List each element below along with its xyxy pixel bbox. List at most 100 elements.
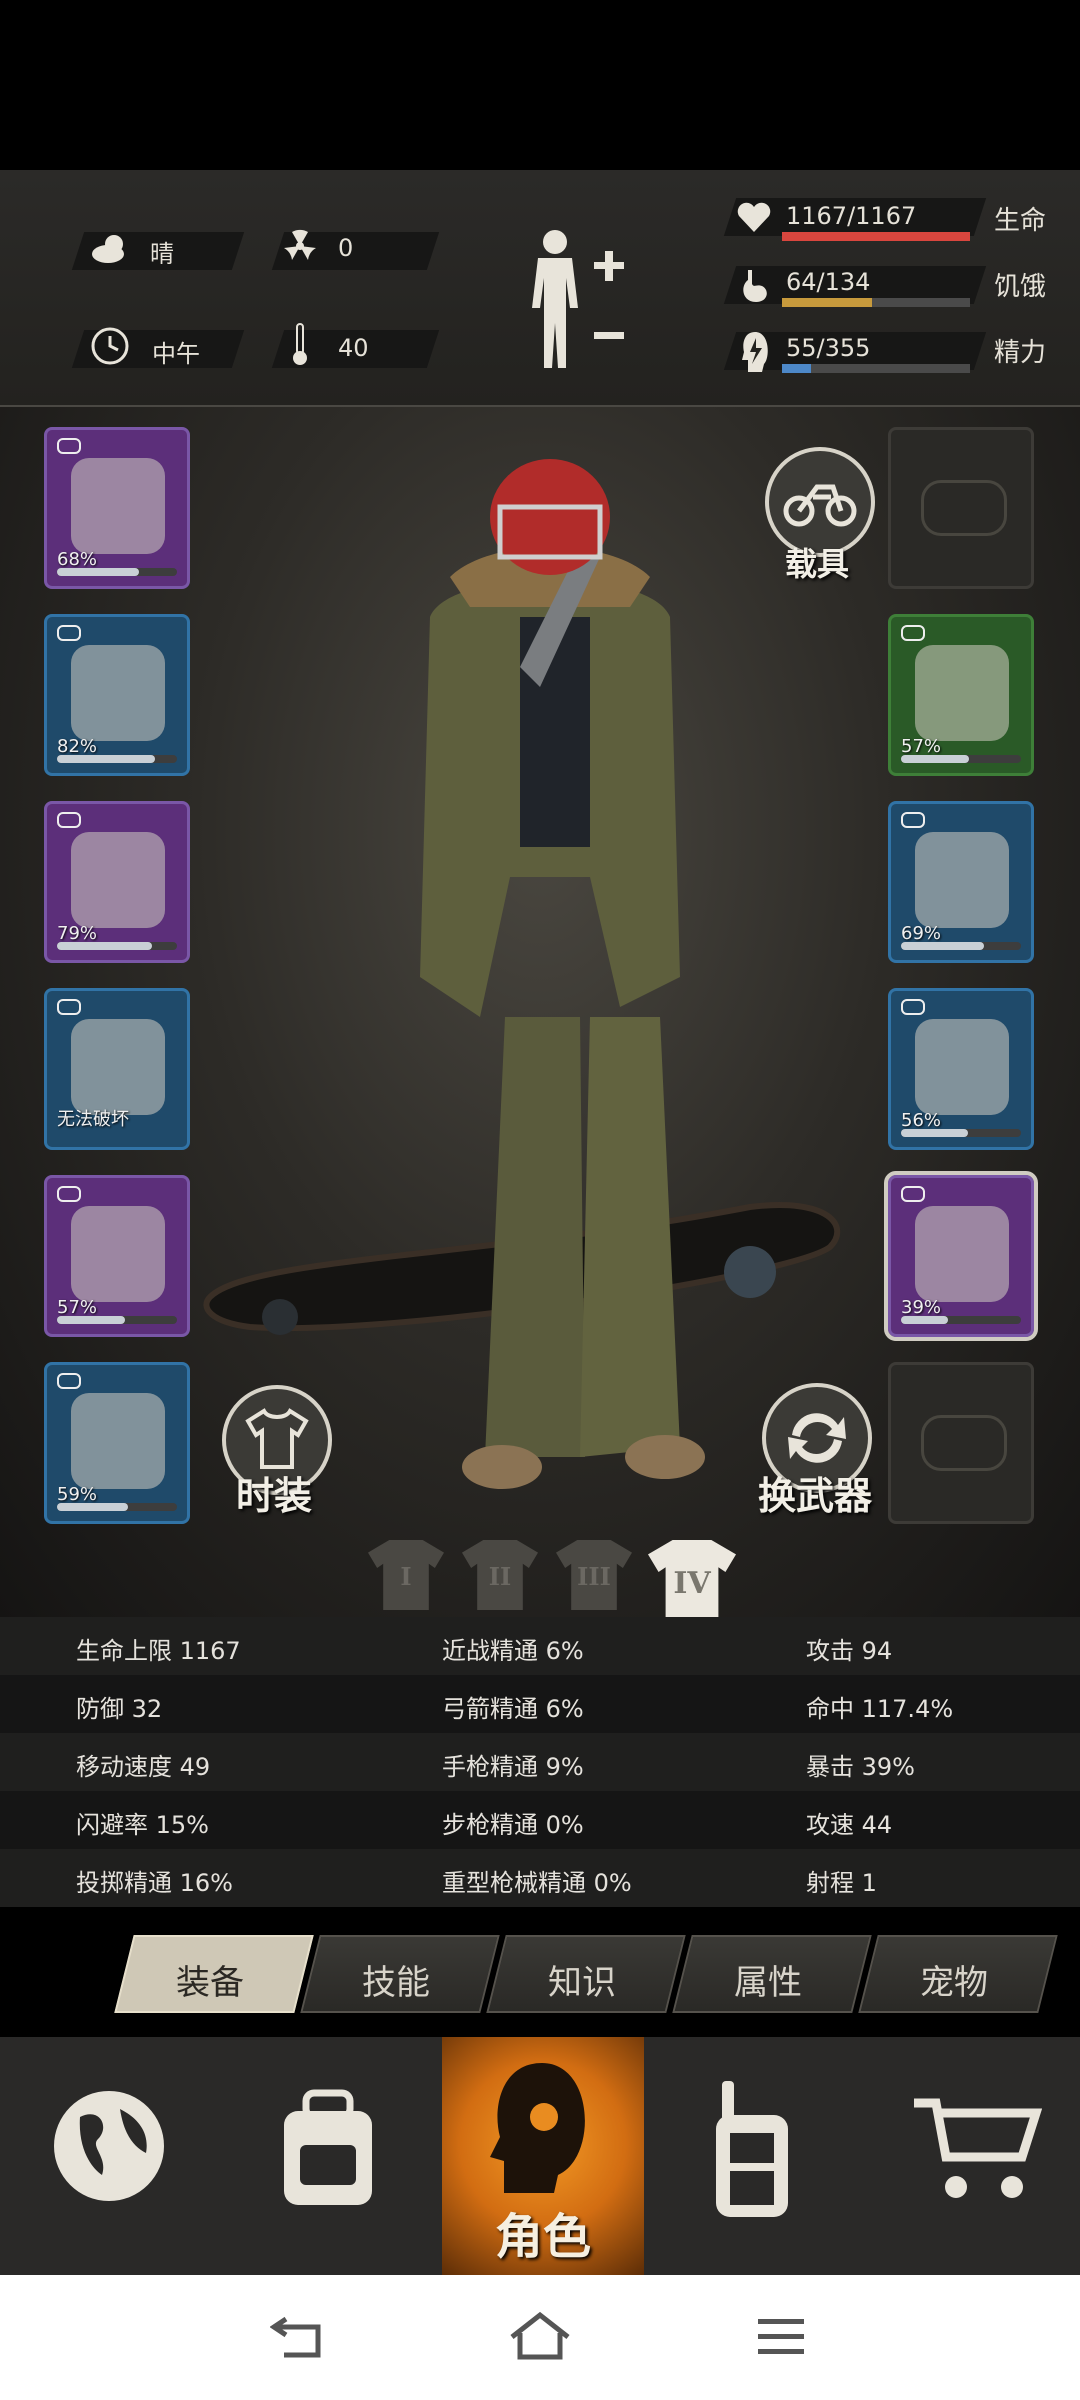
equip-slot-machete[interactable]: 39% xyxy=(884,1171,1038,1341)
nav-backpack[interactable] xyxy=(220,2037,440,2275)
link-icon xyxy=(57,812,81,828)
equip-slot-boots[interactable]: 59% xyxy=(44,1362,190,1524)
equip-slot-shield[interactable]: 56% xyxy=(888,988,1034,1150)
globe-icon xyxy=(54,2091,164,2201)
equip-slot-pants[interactable]: 57% xyxy=(44,1175,190,1337)
energy-value: 55/355 xyxy=(786,334,871,362)
system-nav-bar xyxy=(0,2275,1080,2400)
stat-row: 投掷精通 16% 重型枪械精通 0% 射程 1 xyxy=(0,1849,1080,1907)
durability-bar xyxy=(57,755,177,763)
stat-row: 移动速度 49 手枪精通 9% 暴击 39% xyxy=(0,1733,1080,1791)
machete-icon xyxy=(915,1206,1009,1302)
hp-value: 1167/1167 xyxy=(786,202,917,230)
body-status-icon[interactable] xyxy=(520,228,630,378)
hp-label: 生命 xyxy=(994,206,1047,236)
durability-text: 82% xyxy=(57,736,98,757)
durability-bar xyxy=(57,942,177,950)
stat-cell: 攻击 94 xyxy=(806,1637,893,1665)
stomach-icon xyxy=(743,270,767,302)
durability-text: 79% xyxy=(57,923,98,944)
backpack-icon xyxy=(284,2089,372,2205)
hunger-label: 饥饿 xyxy=(994,272,1047,302)
stat-cell: 近战精通 6% xyxy=(442,1637,584,1665)
equip-slot-vest[interactable]: 69% xyxy=(888,801,1034,963)
offhand-placeholder-icon xyxy=(921,1415,1007,1471)
nav-radio[interactable] xyxy=(644,2037,860,2275)
nav-world[interactable] xyxy=(0,2037,220,2275)
equip-slot-mask[interactable]: 57% xyxy=(888,614,1034,776)
equip-slot-offhand[interactable] xyxy=(888,1362,1034,1524)
durability-text: 69% xyxy=(901,923,942,944)
stat-cell: 弓箭精通 6% xyxy=(442,1695,584,1723)
tshirt-icon xyxy=(245,1408,309,1469)
stat-row: 生命上限 1167 近战精通 6% 攻击 94 xyxy=(0,1617,1080,1675)
clock-icon xyxy=(91,327,129,365)
tab-label: 知识 xyxy=(548,1963,616,2003)
equip-slot-backpack[interactable]: 无法破坏 xyxy=(44,988,190,1150)
outfit-set-2[interactable]: II xyxy=(462,1540,538,1610)
helmet-icon xyxy=(71,458,165,554)
link-icon xyxy=(57,438,81,454)
stats-panel: 生命上限 1167 近战精通 6% 攻击 94 防御 32 弓箭精通 6% 命中 117.… xyxy=(0,1617,1080,1910)
back-icon[interactable] xyxy=(270,2313,326,2361)
outfit-set-4[interactable]: IV xyxy=(648,1540,736,1617)
tab-label: 属性 xyxy=(734,1963,802,2003)
equip-slot-helmet[interactable]: 68% xyxy=(44,427,190,589)
stat-cell: 步枪精通 0% xyxy=(442,1811,584,1839)
undershirt-icon xyxy=(71,645,165,741)
link-icon xyxy=(57,1373,81,1389)
stat-cell: 防御 32 xyxy=(76,1695,163,1723)
character-scene: 68% 82% 79% 无法破坏 57% 59% 57% 69% 56% 39% 载具 时装 换… xyxy=(0,407,1080,1617)
thermometer-icon xyxy=(293,323,307,365)
durability-bar xyxy=(57,1316,177,1324)
nav-shop[interactable] xyxy=(860,2037,1080,2275)
character-image xyxy=(420,459,705,1489)
stat-cell: 闪避率 15% xyxy=(76,1811,209,1839)
durability-text: 39% xyxy=(901,1297,942,1318)
outfit-set-1[interactable]: I xyxy=(368,1540,444,1610)
shopping-cart-icon xyxy=(914,2098,1042,2198)
menu-icon[interactable] xyxy=(756,2315,806,2359)
head-profile-icon xyxy=(490,2063,585,2193)
durability-bar xyxy=(57,568,177,576)
nav-role[interactable]: 角色 xyxy=(442,2037,644,2275)
link-icon xyxy=(57,1186,81,1202)
walkie-talkie-icon xyxy=(716,2081,788,2217)
equip-slot-glasses[interactable] xyxy=(888,427,1034,589)
energy-head-icon xyxy=(742,332,768,372)
link-icon xyxy=(57,625,81,641)
swap-arrows-icon xyxy=(788,1413,846,1463)
outfit-set-3[interactable]: III xyxy=(556,1540,632,1610)
mask-icon xyxy=(915,645,1009,741)
radiation-icon xyxy=(284,229,316,260)
link-icon xyxy=(57,999,81,1015)
durability-text: 无法破坏 xyxy=(57,1109,129,1130)
stat-cell: 手枪精通 9% xyxy=(442,1753,584,1781)
link-icon xyxy=(901,1186,925,1202)
durability-text: 56% xyxy=(901,1110,942,1131)
glasses-placeholder-icon xyxy=(921,480,1007,536)
tab-label: 宠物 xyxy=(920,1963,988,2003)
outfit-set-label: I xyxy=(400,1562,412,1591)
hunger-bar-fill xyxy=(782,298,872,307)
stat-cell: 投掷精通 16% xyxy=(76,1869,233,1897)
stat-row: 闪避率 15% 步枪精通 0% 攻速 44 xyxy=(0,1791,1080,1849)
bottom-nav: 角色 xyxy=(0,2037,1080,2275)
stat-row: 防御 32 弓箭精通 6% 命中 117.4% xyxy=(0,1675,1080,1733)
vehicle-label: 载具 xyxy=(785,545,850,583)
stat-cell: 暴击 39% xyxy=(806,1753,915,1781)
heart-icon xyxy=(737,202,771,232)
equip-slot-undershirt[interactable]: 82% xyxy=(44,614,190,776)
stat-cell: 重型枪械精通 0% xyxy=(442,1869,632,1897)
cloud-sun-icon xyxy=(92,235,124,263)
backpack-icon xyxy=(71,1019,165,1115)
stat-cell: 移动速度 49 xyxy=(76,1753,211,1781)
home-icon[interactable] xyxy=(508,2311,572,2361)
link-icon xyxy=(901,625,925,641)
equip-slot-jacket[interactable]: 79% xyxy=(44,801,190,963)
stat-cell: 命中 117.4% xyxy=(806,1695,954,1723)
link-icon xyxy=(901,812,925,828)
outfit-set-label: II xyxy=(488,1562,512,1591)
stat-cell: 生命上限 1167 xyxy=(76,1637,241,1665)
durability-text: 57% xyxy=(57,1297,98,1318)
